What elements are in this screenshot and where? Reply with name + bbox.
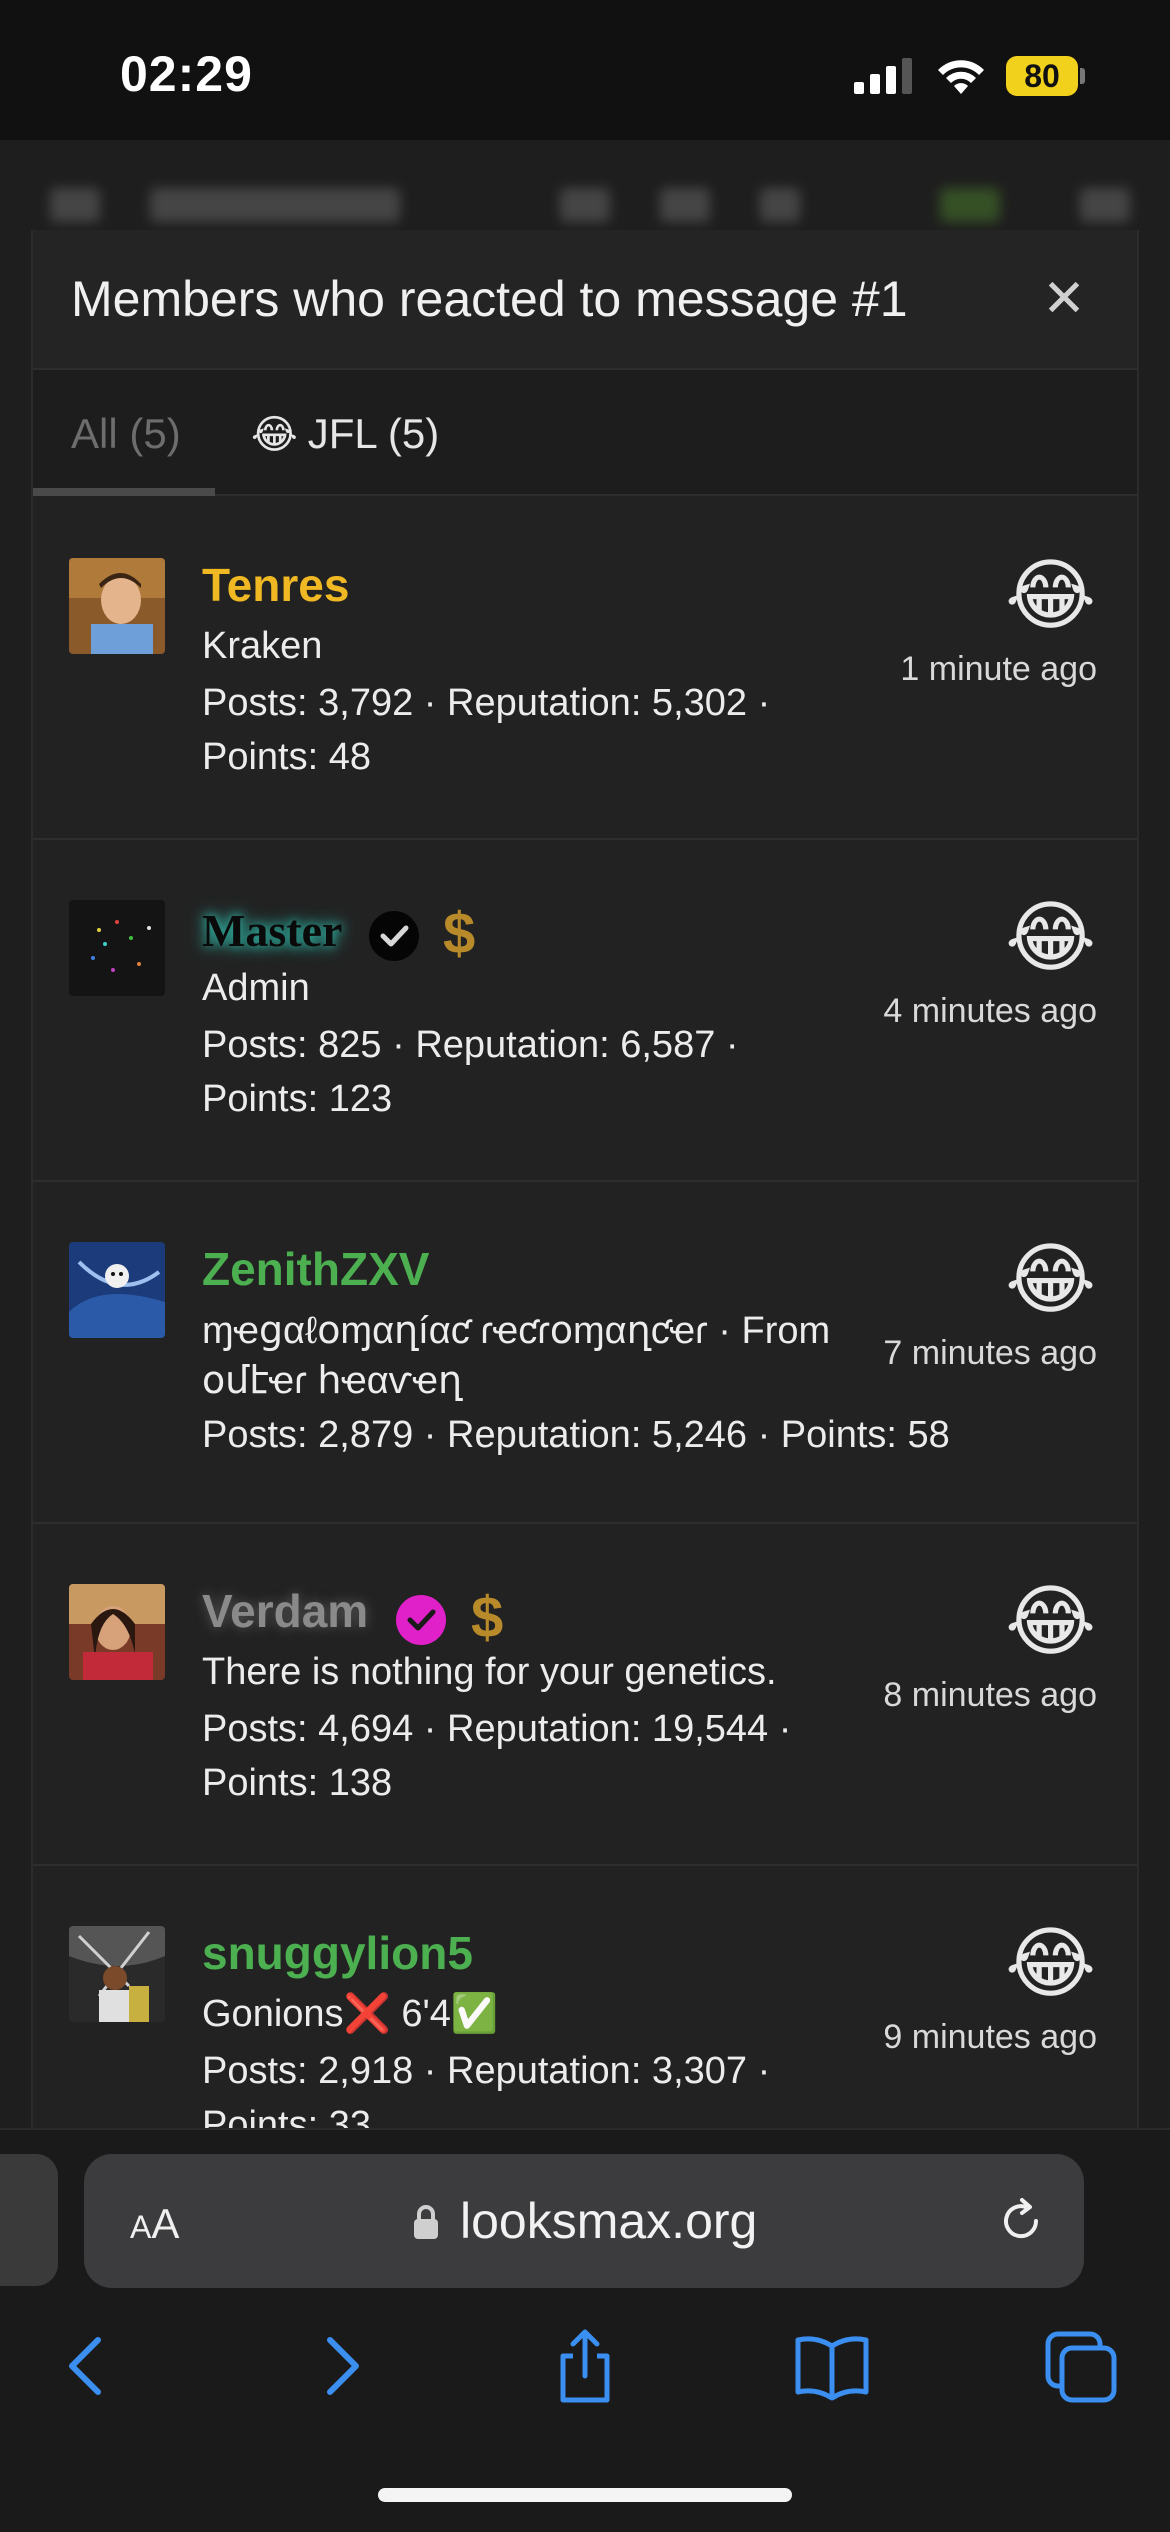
root: { "status": { "time": "02:29", "battery"… <box>0 0 1170 2532</box>
laughing-crying-icon: 😂 <box>1005 1577 1097 1665</box>
status-bar: 02:29 80 <box>0 0 1170 140</box>
cellular-signal-icon <box>854 58 912 94</box>
bookmarks-icon[interactable] <box>792 2326 872 2406</box>
tabs-icon[interactable] <box>1040 2326 1120 2406</box>
member-stats-line: Posts: 3,792 · Reputation: 5,302 · <box>202 682 771 724</box>
tab-all-label: All (5) <box>71 410 181 457</box>
verified-check-icon <box>369 911 419 961</box>
member-stats-line: Posts: 2,918 · Reputation: 3,307 · <box>202 2050 771 2092</box>
avatar[interactable] <box>69 1584 165 1680</box>
member-stats: Posts: 2,879 · Reputation: 5,246 · Point… <box>202 1408 1082 1462</box>
list-item: ZenithZXV ɱҽցαℓօɱαղíαƈ ɾҽƈɾօɱαղƈҽɾ · Fro… <box>33 1182 1137 1524</box>
url-text: looksmax.org <box>460 2193 758 2249</box>
member-title: ɱҽցαℓօɱαղíαƈ ɾҽƈɾօɱαղƈҽɾ · From օմէҽɾ հҽ… <box>202 1306 892 1406</box>
reaction-time: 7 minutes ago <box>883 1334 1097 1372</box>
battery-icon: 80 <box>1006 56 1086 96</box>
member-title-line: օմէҽɾ հҽαѵҽղ <box>202 1360 463 1402</box>
member-title: There is nothing for your genetics. <box>202 1651 777 1693</box>
member-title: Admin <box>202 967 310 1009</box>
reload-icon[interactable] <box>996 2196 1046 2246</box>
close-button[interactable]: ✕ <box>1039 273 1089 325</box>
avatar[interactable] <box>69 1926 165 2022</box>
reaction-time: 1 minute ago <box>900 650 1097 688</box>
dollar-icon: $ <box>443 901 476 966</box>
member-title: Kraken <box>202 625 323 667</box>
avatar[interactable] <box>69 900 165 996</box>
member-stats-line: Posts: 825 · Reputation: 6,587 · <box>202 1024 739 1066</box>
member-stats-line: Points: 48 <box>202 736 371 778</box>
member-name[interactable]: Master <box>202 904 342 957</box>
modal-title: Members who reacted to message #1 <box>71 271 908 327</box>
laughing-crying-icon: 😂 <box>251 413 298 457</box>
avatar[interactable] <box>69 558 165 654</box>
reaction-time: 4 minutes ago <box>883 992 1097 1030</box>
home-indicator <box>378 2488 792 2502</box>
laughing-crying-icon: 😂 <box>1005 1919 1097 2007</box>
list-item: Verdam $ There is nothing for your genet… <box>33 1524 1137 1866</box>
member-stats: Posts: 825 · Reputation: 6,587 · Points:… <box>202 1018 822 1126</box>
member-stats-line: Posts: 4,694 · Reputation: 19,544 · <box>202 1708 792 1750</box>
close-icon: ✕ <box>1042 270 1086 328</box>
tab-jfl-label: JFL (5) <box>307 410 440 457</box>
list-item: Master $ Admin Posts: 825 · Reputation: … <box>33 840 1137 1182</box>
browser-toolbar: AA looksmax.org <box>0 2128 1170 2532</box>
laughing-crying-icon: 😂 <box>1005 893 1097 981</box>
member-stats-line: Points: 138 <box>202 1762 393 1804</box>
tab-all[interactable]: All (5) <box>71 410 181 458</box>
member-list: Tenres Kraken Posts: 3,792 · Reputation:… <box>33 498 1137 2208</box>
member-title: Gonions❌ 6'4✅ <box>202 1993 499 2035</box>
reactions-modal: Members who reacted to message #1 ✕ All … <box>31 230 1139 2208</box>
back-icon[interactable] <box>48 2326 128 2406</box>
member-stats: Posts: 4,694 · Reputation: 19,544 · Poin… <box>202 1702 822 1810</box>
tab-all-underline <box>33 488 215 496</box>
member-name[interactable]: snuggylion5 <box>202 1926 473 1980</box>
wifi-icon <box>938 60 984 94</box>
member-name[interactable]: ZenithZXV <box>202 1242 429 1296</box>
dollar-icon: $ <box>471 1585 504 1650</box>
reaction-time: 9 minutes ago <box>883 2018 1097 2056</box>
member-name[interactable]: Verdam <box>202 1584 368 1638</box>
member-stats-line: Posts: 2,879 · Reputation: 5,246 · Point… <box>202 1414 950 1456</box>
address-bar[interactable]: AA looksmax.org <box>84 2154 1084 2288</box>
pink-verified-icon <box>396 1595 446 1645</box>
member-stats-line: Points: 123 <box>202 1078 393 1120</box>
avatar[interactable] <box>69 1242 165 1338</box>
member-stats: Posts: 3,792 · Reputation: 5,302 · Point… <box>202 676 822 784</box>
laughing-crying-icon: 😂 <box>1005 1235 1097 1323</box>
battery-level: 80 <box>1006 56 1078 96</box>
forward-icon[interactable] <box>300 2326 380 2406</box>
member-title-line: ɱҽցαℓօɱαղíαƈ ɾҽƈɾօɱαղƈҽɾ · From <box>202 1310 831 1352</box>
share-icon[interactable] <box>545 2326 625 2406</box>
lock-icon <box>414 2205 438 2239</box>
modal-header: Members who reacted to message #1 ✕ <box>33 230 1137 370</box>
member-name[interactable]: Tenres <box>202 558 349 612</box>
text-size-button[interactable]: AA <box>130 2200 179 2248</box>
tab-jfl[interactable]: 😂 JFL (5) <box>251 410 439 458</box>
list-item: Tenres Kraken Posts: 3,792 · Reputation:… <box>33 498 1137 840</box>
reaction-time: 8 minutes ago <box>883 1676 1097 1714</box>
previous-tab-peek[interactable] <box>0 2154 58 2286</box>
status-time: 02:29 <box>120 46 253 102</box>
reaction-tabs: All (5) 😂 JFL (5) <box>33 370 1137 496</box>
laughing-crying-icon: 😂 <box>1005 551 1097 639</box>
